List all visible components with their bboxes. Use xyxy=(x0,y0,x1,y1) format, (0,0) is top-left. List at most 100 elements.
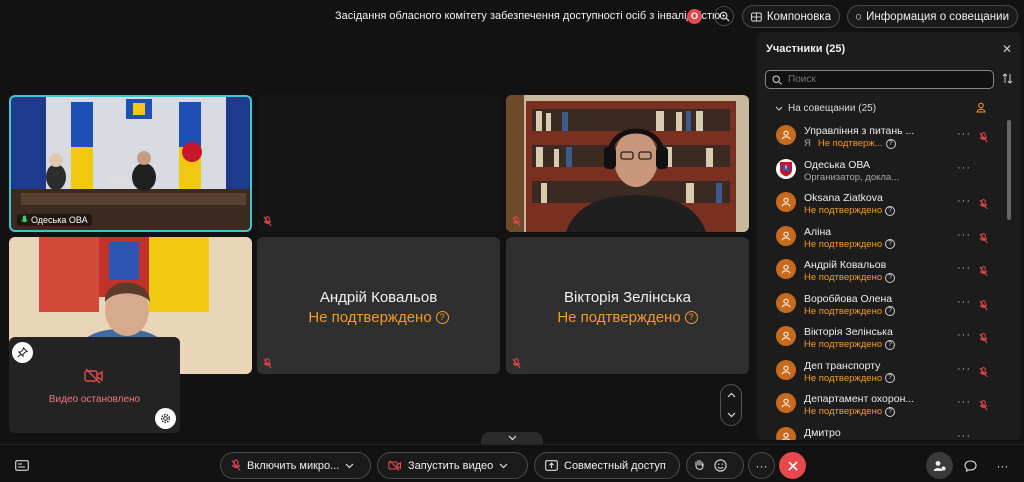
collapse-toolbar-tab[interactable] xyxy=(481,432,543,444)
participant-row[interactable]: Дмитро ··· xyxy=(757,422,1007,441)
chevron-up-icon[interactable] xyxy=(727,392,736,398)
participant-more-button[interactable]: ··· xyxy=(957,396,971,408)
participant-row[interactable]: Oksana Ziatkova Не подтверждено? ··· xyxy=(757,187,1007,221)
question-icon: ? xyxy=(684,311,698,324)
start-video-button[interactable]: Запустить видео xyxy=(377,452,528,479)
search-input[interactable] xyxy=(788,74,968,85)
sort-icon[interactable] xyxy=(1002,73,1013,84)
chevron-down-icon[interactable] xyxy=(727,412,736,418)
participant-more-button[interactable]: ··· xyxy=(957,363,971,375)
participant-status-text: Не подтверждено xyxy=(308,309,432,326)
participant-name: Управління з питань ... xyxy=(804,125,915,137)
bottom-toolbar: Включить микро... Запустить видео Совмес… xyxy=(0,444,1024,482)
self-view[interactable]: Видео остановлено xyxy=(9,337,180,433)
participant-list: Управління з питань ... Я Не подтверж...? ·… xyxy=(757,120,1007,440)
participant-more-button[interactable]: ··· xyxy=(957,195,971,207)
raise-hand-icon[interactable] xyxy=(694,459,705,472)
participant-row[interactable]: Андрій Ковальов Не подтверждено? ··· xyxy=(757,254,1007,288)
zoom-button[interactable] xyxy=(714,6,734,26)
participants-toggle-button[interactable] xyxy=(926,452,953,479)
participant-name: Андрій Ковальов xyxy=(319,289,438,306)
layout-button[interactable]: Компоновка xyxy=(742,5,840,28)
participant-mic-status xyxy=(979,197,988,215)
layout-label: Компоновка xyxy=(766,10,831,23)
self-view-settings-button[interactable] xyxy=(155,408,176,429)
mic-on-icon xyxy=(21,215,28,223)
participant-name: Одеська ОВА xyxy=(804,158,871,171)
participant-search[interactable] xyxy=(765,70,994,89)
participant-more-button[interactable]: ··· xyxy=(957,329,971,341)
question-icon: ? xyxy=(885,373,896,383)
captions-button[interactable] xyxy=(8,452,35,479)
recording-indicator[interactable]: O xyxy=(687,9,702,24)
person-icon xyxy=(781,197,791,207)
participant-name: Департамент охорон... xyxy=(804,393,915,405)
participant-more-button[interactable]: ··· xyxy=(957,430,971,441)
leave-meeting-button[interactable] xyxy=(779,452,806,479)
close-icon xyxy=(787,460,798,471)
zoom-icon xyxy=(719,11,730,22)
participant-name: Дмитро xyxy=(804,426,841,439)
person-icon xyxy=(781,130,791,140)
participant-row[interactable]: Аліна Не подтверждено? ··· xyxy=(757,221,1007,255)
participant-row[interactable]: Департамент охорон... Не подтверждено? ··· xyxy=(757,388,1007,422)
participant-row[interactable]: Одеська ОВА Организатор, докла... ··· xyxy=(757,154,1007,188)
participant-more-button[interactable]: ··· xyxy=(957,296,971,308)
participant-more-button[interactable]: ··· xyxy=(957,128,971,140)
chevron-down-icon[interactable] xyxy=(499,463,508,469)
participant-more-button[interactable]: ··· xyxy=(957,229,971,241)
chevron-down-icon[interactable] xyxy=(345,463,354,469)
coat-of-arms-icon xyxy=(780,161,792,176)
avatar xyxy=(776,158,796,179)
overflow-menu-button[interactable]: ··· xyxy=(989,452,1016,479)
share-button[interactable]: Совместный доступ xyxy=(534,452,680,479)
mic-off-icon xyxy=(979,366,988,377)
share-screen-icon xyxy=(545,460,558,471)
mic-off-icon xyxy=(979,299,988,310)
question-icon: ? xyxy=(885,205,896,216)
participant-row[interactable]: Вікторія Зелінська Не подтверждено? ··· xyxy=(757,321,1007,355)
participant-row[interactable]: Управління з питань ... Я Не подтверж...? ·… xyxy=(757,120,1007,154)
group-label: На совещании (25) xyxy=(788,103,877,114)
pin-button[interactable] xyxy=(12,342,33,363)
avatar xyxy=(776,125,796,145)
participant-name: Вікторія Зелінська xyxy=(804,326,893,338)
panel-scrollbar[interactable] xyxy=(1007,120,1011,220)
participant-status: Не подтверждено? xyxy=(804,272,896,283)
unmute-button[interactable]: Включить микро... xyxy=(220,452,371,479)
video-tile-library[interactable] xyxy=(506,95,749,232)
participant-name: Деп транспорту xyxy=(804,359,881,372)
participant-status-text: Организатор, докла... xyxy=(804,171,900,183)
participant-row[interactable]: Деп транспорту Не подтверждено? ··· xyxy=(757,355,1007,389)
avatar xyxy=(776,393,796,413)
participant-name: Аліна xyxy=(804,225,832,238)
person-icon xyxy=(781,398,791,408)
person-alert-icon[interactable] xyxy=(976,102,987,113)
participants-icon xyxy=(933,460,946,471)
avatar xyxy=(776,292,796,313)
video-tile-participant[interactable]: Андрій Ковальов Не подтверждено ? xyxy=(257,237,500,374)
participant-row[interactable]: Воробйова Олена Не подтверждено? ··· xyxy=(757,288,1007,322)
participants-title: Участники (25) xyxy=(766,43,846,55)
top-bar: Засідання обласного комітету забезпеченн… xyxy=(0,0,1024,34)
participant-mic-status xyxy=(979,264,988,282)
question-icon: ? xyxy=(435,311,449,324)
grid-page-scroller[interactable] xyxy=(720,384,742,426)
group-header[interactable]: На совещании (25) xyxy=(775,103,876,114)
question-icon: ? xyxy=(885,239,896,249)
participant-more-button[interactable]: ··· xyxy=(957,162,971,174)
meeting-info-button[interactable]: Информация о совещании xyxy=(847,5,1018,28)
video-tile-dark[interactable] xyxy=(257,95,500,232)
video-tile-participant[interactable]: Вікторія Зелінська Не подтверждено ? xyxy=(506,237,749,374)
video-tile-room[interactable]: Одеська ОВА xyxy=(9,95,252,232)
participant-more-button[interactable]: ··· xyxy=(957,262,971,274)
participant-status-text: Не подтверждено xyxy=(804,205,883,216)
person-icon xyxy=(781,331,791,341)
more-options-button[interactable]: ··· xyxy=(748,452,775,479)
participant-status: Не подтверждено? xyxy=(804,339,896,350)
emoji-icon[interactable] xyxy=(714,459,727,472)
participant-status-text: Не подтверж... xyxy=(817,138,883,149)
chat-button[interactable] xyxy=(957,452,984,479)
close-icon[interactable]: ✕ xyxy=(1002,42,1012,56)
search-icon xyxy=(772,74,782,85)
